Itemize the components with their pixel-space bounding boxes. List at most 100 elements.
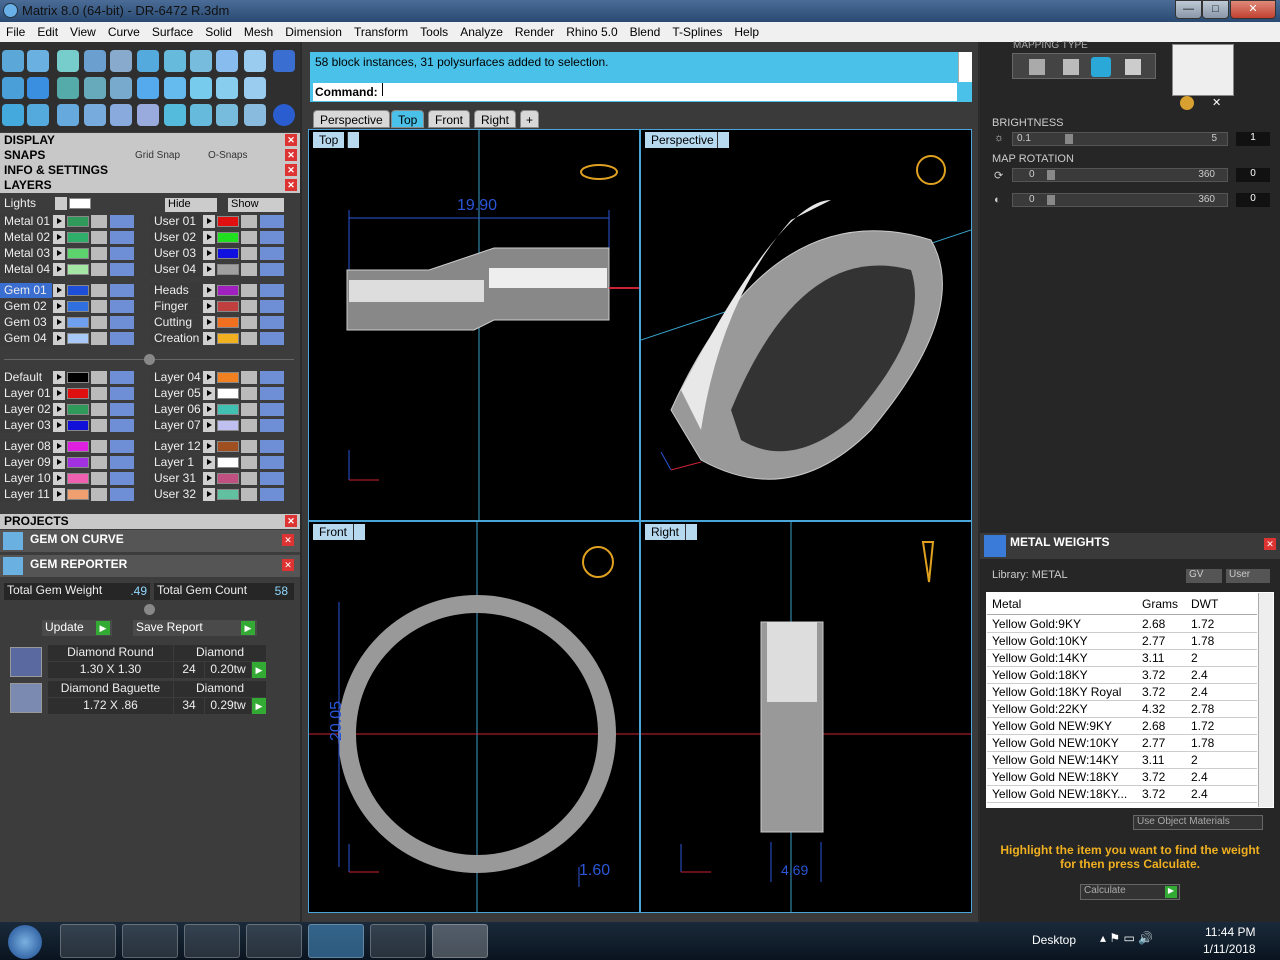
menu-view[interactable]: View — [64, 22, 102, 39]
layer-row[interactable]: Layer 02 — [0, 402, 138, 417]
layer-expand-icon[interactable] — [53, 472, 65, 485]
minimize-button[interactable]: — — [1175, 0, 1202, 19]
surface-tool-icon[interactable] — [2, 77, 24, 99]
layer-name[interactable]: Cutting — [150, 315, 202, 330]
visibility-toggle[interactable] — [110, 371, 134, 384]
layer-row[interactable]: Layer 06 — [150, 402, 288, 417]
extrude-tool-icon[interactable] — [110, 77, 132, 99]
col-metal[interactable]: Metal — [992, 597, 1021, 611]
lock-icon[interactable] — [91, 440, 107, 453]
layer-row[interactable]: Layer 07 — [150, 418, 288, 433]
lock-icon[interactable] — [91, 371, 107, 384]
menu-tools[interactable]: Tools — [414, 22, 454, 39]
visibility-toggle[interactable] — [110, 247, 134, 260]
layer-color-swatch[interactable] — [67, 388, 89, 399]
layer-row[interactable]: User 02 — [150, 230, 288, 245]
layer-name[interactable]: Heads — [150, 283, 202, 298]
lock-icon[interactable] — [241, 472, 257, 485]
layer-row[interactable]: Layer 1 — [150, 455, 288, 470]
layer-color-swatch[interactable] — [217, 232, 239, 243]
metal-row[interactable]: Yellow Gold:18KY 3.72 2.4 — [987, 667, 1257, 684]
layer-color-swatch[interactable] — [217, 301, 239, 312]
layer-row[interactable]: User 03 — [150, 246, 288, 261]
layer-expand-icon[interactable] — [203, 316, 215, 329]
menu-dimension[interactable]: Dimension — [279, 22, 348, 39]
lock-icon[interactable] — [91, 284, 107, 297]
layer-color-swatch[interactable] — [67, 232, 89, 243]
layer-name[interactable]: User 01 — [150, 214, 202, 229]
lock-icon[interactable] — [241, 215, 257, 228]
close-icon[interactable]: ✕ — [285, 515, 297, 527]
col-dwt[interactable]: DWT — [1191, 597, 1218, 611]
layer-color-swatch[interactable] — [67, 404, 89, 415]
layer-name[interactable]: Gem 02 — [0, 299, 52, 314]
command-input[interactable]: Command: — [313, 83, 957, 101]
layer-name[interactable]: Metal 04 — [0, 262, 52, 277]
brightness-value[interactable]: 1 — [1236, 132, 1270, 146]
close-icon[interactable]: ✕ — [1264, 538, 1276, 550]
visibility-toggle[interactable] — [260, 371, 284, 384]
gem-tool-icon[interactable] — [27, 50, 49, 72]
layer-name[interactable]: Gem 03 — [0, 315, 52, 330]
layer-expand-icon[interactable] — [53, 231, 65, 244]
layer-name[interactable]: Layer 11 — [0, 487, 52, 502]
update-button[interactable]: Update ▶ — [42, 620, 112, 636]
visibility-toggle[interactable] — [110, 332, 134, 345]
layer-name[interactable]: User 03 — [150, 246, 202, 261]
scissors-icon[interactable] — [244, 104, 266, 126]
lock-icon[interactable] — [91, 403, 107, 416]
layer-expand-icon[interactable] — [203, 284, 215, 297]
layer-expand-icon[interactable] — [203, 263, 215, 276]
layer-name[interactable]: Layer 10 — [0, 471, 52, 486]
slider-handle[interactable] — [1065, 134, 1073, 144]
layout-icon[interactable] — [273, 50, 295, 72]
layer-color-swatch[interactable] — [67, 301, 89, 312]
tab-perspective[interactable]: Perspective — [313, 110, 390, 128]
lock-icon[interactable] — [241, 231, 257, 244]
user-toggle[interactable]: User — [1226, 569, 1270, 583]
lock-icon[interactable] — [241, 300, 257, 313]
layer-name[interactable]: Metal 01 — [0, 214, 52, 229]
rotation-value[interactable]: 0 — [1236, 193, 1270, 207]
layer-name[interactable]: Layer 1 — [150, 455, 202, 470]
layer-name[interactable]: Metal 03 — [0, 246, 52, 261]
layer-row[interactable]: Layer 09 — [0, 455, 138, 470]
layer-expand-icon[interactable] — [53, 419, 65, 432]
ie-taskbar-icon[interactable] — [60, 924, 116, 958]
gear-icon[interactable] — [244, 50, 266, 72]
prong-tool-icon[interactable] — [84, 50, 106, 72]
visibility-toggle[interactable] — [260, 215, 284, 228]
layer-expand-icon[interactable] — [53, 488, 65, 501]
hide-button[interactable]: Hide — [165, 198, 217, 212]
layer-color-swatch[interactable] — [67, 333, 89, 344]
layers-section[interactable]: LAYERS ✕ — [0, 178, 300, 193]
maximize-button[interactable]: □ — [1202, 0, 1229, 19]
shank-tool-icon[interactable] — [164, 50, 186, 72]
layer-row[interactable]: Finger — [150, 299, 288, 314]
visibility-toggle[interactable] — [110, 316, 134, 329]
tab-front[interactable]: Front — [428, 110, 471, 128]
lock-icon[interactable] — [241, 419, 257, 432]
layer-color-swatch[interactable] — [217, 473, 239, 484]
layer-name[interactable]: Finger — [150, 299, 202, 314]
layer-name[interactable]: User 02 — [150, 230, 202, 245]
lock-icon[interactable] — [241, 387, 257, 400]
metal-row[interactable]: Yellow Gold:10KY 2.77 1.78 — [987, 633, 1257, 650]
lock-icon[interactable] — [91, 488, 107, 501]
layer-name[interactable]: User 31 — [150, 471, 202, 486]
tray-icons[interactable]: ▴ ⚑ ▭ 🔊 — [1100, 931, 1153, 945]
layer-row[interactable]: Gem 01 — [0, 283, 138, 298]
tab-top[interactable]: Top — [391, 110, 425, 128]
layer-row[interactable]: Metal 04 — [0, 262, 138, 277]
lights-arrow-icon[interactable] — [55, 197, 67, 210]
gem-reporter-section[interactable]: GEM REPORTER ✕ — [0, 555, 300, 577]
color-ball-icon[interactable] — [1180, 96, 1194, 110]
layer-color-swatch[interactable] — [217, 388, 239, 399]
layer-color-swatch[interactable] — [217, 333, 239, 344]
lock-icon[interactable] — [241, 284, 257, 297]
viewport-front[interactable]: Front 20.05 1.60 — [308, 521, 640, 913]
lock-icon[interactable] — [91, 472, 107, 485]
gem-array-icon[interactable] — [190, 77, 212, 99]
menu-transform[interactable]: Transform — [348, 22, 414, 39]
layer-expand-icon[interactable] — [203, 332, 215, 345]
